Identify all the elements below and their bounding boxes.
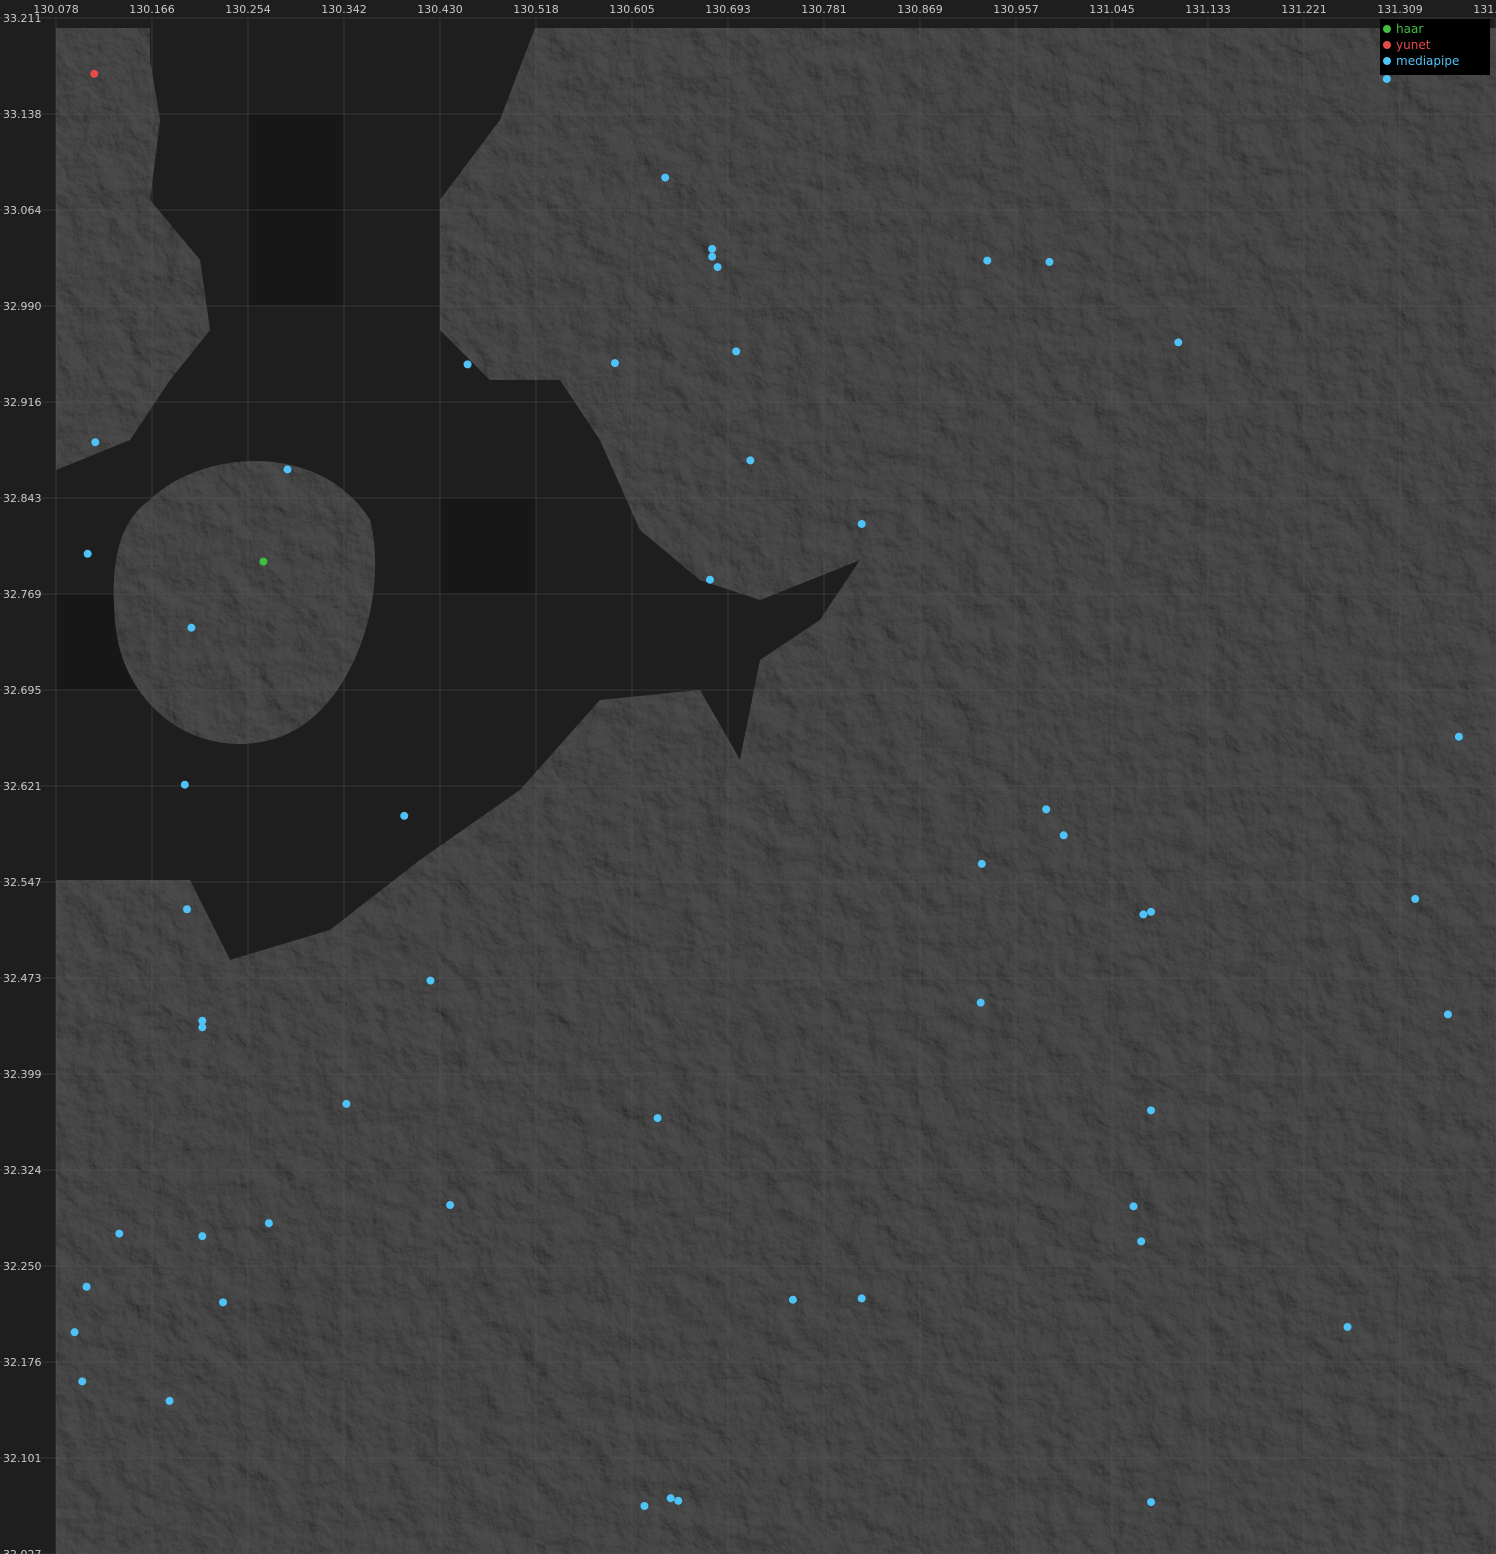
mediapipe-marker[interactable] bbox=[91, 438, 100, 447]
y-tick-label: 33.211 bbox=[3, 12, 42, 25]
mediapipe-marker[interactable] bbox=[426, 976, 435, 985]
legend-marker-mediapipe bbox=[1383, 57, 1391, 65]
mediapipe-marker[interactable] bbox=[165, 1396, 174, 1405]
mediapipe-marker[interactable] bbox=[1147, 1498, 1156, 1507]
mediapipe-marker[interactable] bbox=[1129, 1202, 1138, 1211]
mediapipe-marker[interactable] bbox=[708, 252, 717, 261]
y-tick-label: 32.769 bbox=[3, 588, 42, 601]
y-tick-label: 32.250 bbox=[3, 1260, 42, 1273]
mediapipe-marker[interactable] bbox=[1139, 910, 1148, 919]
mediapipe-marker[interactable] bbox=[1411, 894, 1420, 903]
x-tick-label: 130.869 bbox=[897, 3, 943, 16]
mediapipe-marker[interactable] bbox=[446, 1201, 455, 1210]
y-tick-label: 32.621 bbox=[3, 780, 42, 793]
mediapipe-marker[interactable] bbox=[1443, 1010, 1452, 1019]
x-tick-label: 131.133 bbox=[1185, 3, 1231, 16]
legend: haar yunet mediapipe bbox=[1380, 19, 1490, 75]
mediapipe-marker[interactable] bbox=[180, 780, 189, 789]
y-tick-label: 32.990 bbox=[3, 300, 42, 313]
x-tick-label: 130.693 bbox=[705, 3, 751, 16]
y-tick-label: 33.064 bbox=[3, 204, 42, 217]
legend-label-yunet: yunet bbox=[1396, 38, 1431, 52]
y-tick-label: 32.473 bbox=[3, 972, 42, 985]
mediapipe-marker[interactable] bbox=[713, 263, 722, 272]
y-tick-label: 32.027 bbox=[3, 1548, 42, 1554]
water-panel bbox=[440, 498, 536, 594]
mediapipe-marker[interactable] bbox=[1147, 1106, 1156, 1115]
y-tick-label: 32.547 bbox=[3, 876, 42, 889]
mediapipe-marker[interactable] bbox=[183, 905, 192, 914]
mediapipe-marker[interactable] bbox=[640, 1502, 649, 1510]
mediapipe-marker[interactable] bbox=[219, 1298, 228, 1307]
haar-marker[interactable] bbox=[259, 557, 268, 566]
y-tick-label: 32.101 bbox=[3, 1452, 42, 1465]
legend-label-mediapipe: mediapipe bbox=[1396, 54, 1459, 68]
legend-marker-yunet bbox=[1383, 41, 1391, 49]
mediapipe-marker[interactable] bbox=[198, 1023, 207, 1032]
mediapipe-marker[interactable] bbox=[1454, 732, 1463, 741]
mediapipe-marker[interactable] bbox=[1045, 257, 1054, 266]
mediapipe-marker[interactable] bbox=[977, 859, 986, 868]
mediapipe-marker[interactable] bbox=[83, 549, 92, 558]
yunet-marker[interactable] bbox=[90, 69, 99, 78]
legend-label-haar: haar bbox=[1396, 22, 1423, 36]
mediapipe-marker[interactable] bbox=[788, 1295, 797, 1304]
x-tick-label: 130.957 bbox=[993, 3, 1039, 16]
y-tick-label: 32.324 bbox=[3, 1164, 42, 1177]
mediapipe-marker[interactable] bbox=[82, 1282, 91, 1291]
y-tick-label: 32.176 bbox=[3, 1356, 42, 1369]
mediapipe-marker[interactable] bbox=[983, 256, 992, 265]
mediapipe-marker[interactable] bbox=[463, 360, 472, 369]
x-tick-label: 130.254 bbox=[225, 3, 271, 16]
mediapipe-marker[interactable] bbox=[610, 359, 619, 368]
x-tick-label: 131.309 bbox=[1377, 3, 1423, 16]
mediapipe-marker[interactable] bbox=[78, 1377, 87, 1386]
mediapipe-marker[interactable] bbox=[746, 456, 755, 465]
mediapipe-marker[interactable] bbox=[264, 1219, 273, 1228]
y-tick-label: 32.843 bbox=[3, 492, 42, 505]
mediapipe-marker[interactable] bbox=[1059, 831, 1068, 840]
mediapipe-marker[interactable] bbox=[708, 244, 717, 253]
mediapipe-marker[interactable] bbox=[857, 519, 866, 528]
map-view[interactable]: 130.078 130.166 130.254 130.342 130.430 130.5… bbox=[0, 0, 1496, 1554]
mediapipe-marker[interactable] bbox=[1174, 338, 1183, 347]
x-tick-label: 130.166 bbox=[129, 3, 175, 16]
mediapipe-marker[interactable] bbox=[732, 347, 741, 356]
mediapipe-marker[interactable] bbox=[653, 1114, 662, 1123]
mediapipe-marker[interactable] bbox=[70, 1328, 79, 1337]
y-tick-label: 32.916 bbox=[3, 396, 42, 409]
mediapipe-marker[interactable] bbox=[976, 998, 985, 1007]
mediapipe-marker[interactable] bbox=[674, 1496, 683, 1505]
mediapipe-marker[interactable] bbox=[1343, 1322, 1352, 1331]
x-tick-label: 130.342 bbox=[321, 3, 367, 16]
mediapipe-marker[interactable] bbox=[1042, 805, 1051, 814]
x-tick-label: 130.430 bbox=[417, 3, 463, 16]
mediapipe-marker[interactable] bbox=[661, 173, 670, 182]
mediapipe-marker[interactable] bbox=[1137, 1237, 1146, 1246]
mediapipe-marker[interactable] bbox=[283, 465, 292, 474]
mediapipe-marker[interactable] bbox=[705, 575, 714, 584]
mediapipe-marker[interactable] bbox=[1382, 74, 1391, 83]
x-tick-label: 131.045 bbox=[1089, 3, 1135, 16]
y-tick-label: 32.399 bbox=[3, 1068, 42, 1081]
mediapipe-marker[interactable] bbox=[400, 811, 409, 820]
x-tick-label: 131.397 bbox=[1473, 3, 1496, 16]
y-tick-label: 33.138 bbox=[3, 108, 42, 121]
x-tick-label: 131.221 bbox=[1281, 3, 1327, 16]
x-tick-label: 130.518 bbox=[513, 3, 559, 16]
legend-marker-haar bbox=[1383, 25, 1391, 33]
mediapipe-marker[interactable] bbox=[857, 1294, 866, 1303]
mediapipe-marker[interactable] bbox=[115, 1229, 124, 1238]
x-tick-label: 130.605 bbox=[609, 3, 655, 16]
mediapipe-marker[interactable] bbox=[1147, 907, 1156, 916]
mediapipe-marker[interactable] bbox=[342, 1099, 351, 1108]
y-tick-label: 32.695 bbox=[3, 684, 42, 697]
mediapipe-marker[interactable] bbox=[666, 1494, 675, 1503]
x-tick-label: 130.781 bbox=[801, 3, 847, 16]
mediapipe-marker[interactable] bbox=[198, 1232, 207, 1241]
mediapipe-marker[interactable] bbox=[187, 623, 196, 632]
